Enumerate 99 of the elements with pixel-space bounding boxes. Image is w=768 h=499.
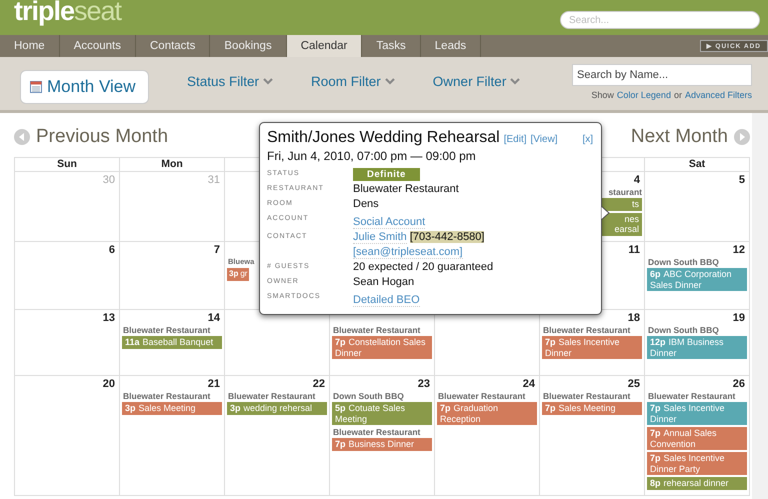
day-cell[interactable]: 30	[15, 172, 120, 242]
phone-number: [703-442-8580]	[410, 231, 484, 243]
event-item[interactable]: 3p wedding rehersal	[227, 402, 327, 414]
day-number: 21	[208, 378, 221, 390]
day-number: 23	[418, 378, 431, 390]
event-item[interactable]: 7p Graduation Reception	[437, 402, 537, 425]
event-item[interactable]: 7p Constellation Sales Dinner	[332, 336, 432, 359]
field-value: Bluewater Restaurant	[353, 182, 460, 197]
day-number: 19	[732, 312, 746, 324]
day-number: 30	[102, 174, 116, 186]
day-cell[interactable]: 22 Bluewater Restaurant 3p wedding rehersal	[225, 376, 330, 496]
color-legend-link[interactable]: Color Legend	[616, 90, 671, 100]
day-cell[interactable]: 21 Bluewater Restaurant 3p Sales Meeting	[120, 376, 225, 496]
nav-tab[interactable]: Calendar	[286, 35, 362, 57]
event-title: Smith/Jones Wedding Rehearsal	[267, 129, 500, 147]
event-item[interactable]: 7p Sales Incentive Dinner	[647, 402, 747, 425]
field-value: Dens	[353, 197, 380, 212]
venue-label: Down South BBQ	[647, 257, 719, 267]
day-number: 24	[522, 378, 536, 390]
day-number: 4	[634, 174, 641, 186]
venue-label: Down South BBQ	[647, 325, 719, 335]
event-item[interactable]: 7p Sales Incentive Dinner	[542, 336, 642, 359]
weekday-header: Mon	[120, 157, 225, 172]
filter-dropdown[interactable]: Owner Filter	[432, 74, 520, 88]
venue-label: Bluewater Restaurant	[647, 391, 736, 401]
event-item[interactable]: 7p Business Dinner	[332, 438, 432, 450]
weekday-header: Sun	[15, 157, 120, 172]
field-value: Sean Hogan	[353, 275, 416, 290]
event-item[interactable]: 11a Baseball Banquet	[122, 336, 222, 348]
month-view-button[interactable]: Month View	[20, 70, 149, 104]
previous-month-link[interactable]: Previous Month	[14, 126, 168, 148]
legend-text: or	[674, 90, 682, 100]
view-link[interactable]: [View]	[530, 134, 558, 145]
filter-dropdown[interactable]: Room Filter	[311, 74, 395, 88]
day-number: 20	[102, 378, 116, 390]
day-cell[interactable]: 12 Down South BBQ 6p ABC Corporation Sales Dinner	[645, 242, 750, 310]
day-number: 7	[214, 244, 221, 256]
field-value: 20 expected / 20 guaranteed	[353, 260, 494, 275]
event-datetime: Fri, Jun 4, 2010, 07:00 pm — 09:00 pm	[267, 149, 477, 163]
day-number: 22	[312, 378, 326, 390]
event-item[interactable]: 12p IBM Business Dinner	[647, 336, 747, 359]
event-item[interactable]: 7p Sales Meeting	[542, 402, 642, 414]
chevron-down-icon	[384, 78, 395, 84]
venue-label: Bluewater Restaurant	[542, 325, 630, 335]
day-number: 5	[738, 174, 746, 186]
event-item[interactable]: 6p ABC Corporation Sales Dinner	[647, 268, 747, 291]
day-cell[interactable]: 26 Bluewater Restaurant 7p Sales Incentive Dinner 7p Annual Sales Convention 7p Sales Incentive Dinner Party 8p rehearsal dinner	[645, 376, 750, 496]
event-item[interactable]: 3p gr	[227, 268, 250, 280]
day-cell[interactable]: 5	[645, 172, 750, 242]
event-item[interactable]: 8p rehearsal dinner	[647, 477, 747, 490]
weekday-header: Sat	[645, 157, 750, 172]
venue-label: Bluewater Restaurant	[542, 391, 630, 401]
day-cell[interactable]: 31	[120, 172, 225, 242]
day-number: 26	[732, 378, 746, 390]
day-cell[interactable]: 14 Bluewater Restaurant 11a Baseball Banquet	[120, 310, 225, 376]
field-link[interactable]: Social Account	[353, 216, 426, 229]
edit-link[interactable]: [Edit]	[504, 134, 527, 145]
email-link[interactable]: [sean@tripleseat.com]	[353, 246, 463, 259]
event-item[interactable]: 3p Sales Meeting	[122, 402, 222, 414]
event-item[interactable]: 7p Sales Incentive Dinner Party	[647, 452, 747, 475]
venue-label: Bluewater Restaurant	[437, 391, 526, 401]
event-item[interactable]: 5p Cotuate Sales Meeting	[332, 402, 432, 425]
venue-label: Bluewater Restaurant	[227, 391, 316, 401]
day-cell[interactable]: 7	[120, 242, 225, 310]
day-cell[interactable]: 24 Bluewater Restaurant 7p Graduation Reception	[435, 376, 540, 496]
chevron-down-icon	[510, 78, 520, 84]
calendar-icon	[30, 80, 42, 92]
close-link[interactable]: [x]	[582, 134, 593, 145]
filter-dropdown[interactable]: Status Filter	[187, 74, 274, 88]
advanced-filters-link[interactable]: Advanced Filters	[684, 90, 752, 100]
venue-label: staurant	[607, 187, 642, 197]
day-number: 6	[108, 244, 116, 256]
contact-link[interactable]: Julie Smith	[353, 231, 407, 244]
day-cell[interactable]: 13	[15, 310, 120, 376]
day-cell[interactable]: 25 Bluewater Restaurant 7p Sales Meeting	[540, 376, 645, 496]
day-number: 12	[732, 244, 746, 256]
venue-label: Down South BBQ	[332, 391, 404, 401]
venue-label: Bluewater Restaurant	[122, 325, 210, 335]
day-cell[interactable]: 19 Down South BBQ 12p IBM Business Dinner	[645, 310, 750, 376]
field-link[interactable]: Detailed BEO	[353, 294, 420, 307]
day-number: 31	[208, 174, 221, 186]
day-cell[interactable]: 23 Down South BBQ 5p Cotuate Sales Meeting Bluewater Restaurant 7p Business Dinner	[330, 376, 435, 496]
day-number: 18	[628, 312, 641, 324]
legend-text: Show	[591, 90, 614, 100]
venue-label: Bluewater Restaurant	[122, 391, 210, 401]
event-item[interactable]: 7p Annual Sales Convention	[647, 427, 747, 450]
day-number: 13	[102, 312, 116, 324]
search-field[interactable]: Search...	[560, 11, 760, 29]
venue-label: Bluewater Restaurant	[332, 325, 420, 335]
next-month-link[interactable]: Next Month	[630, 126, 750, 148]
day-cell[interactable]: 20	[15, 376, 120, 496]
chevron-down-icon	[263, 78, 274, 84]
day-number: 14	[208, 312, 221, 324]
venue-label: Bluewater Restaurant	[332, 427, 420, 437]
name-search-field[interactable]: Search by Name...	[572, 64, 752, 86]
status-badge: Definite	[353, 168, 420, 181]
day-number: 25	[628, 378, 641, 390]
day-number: 11	[628, 244, 641, 256]
day-cell[interactable]: 6	[15, 242, 120, 310]
